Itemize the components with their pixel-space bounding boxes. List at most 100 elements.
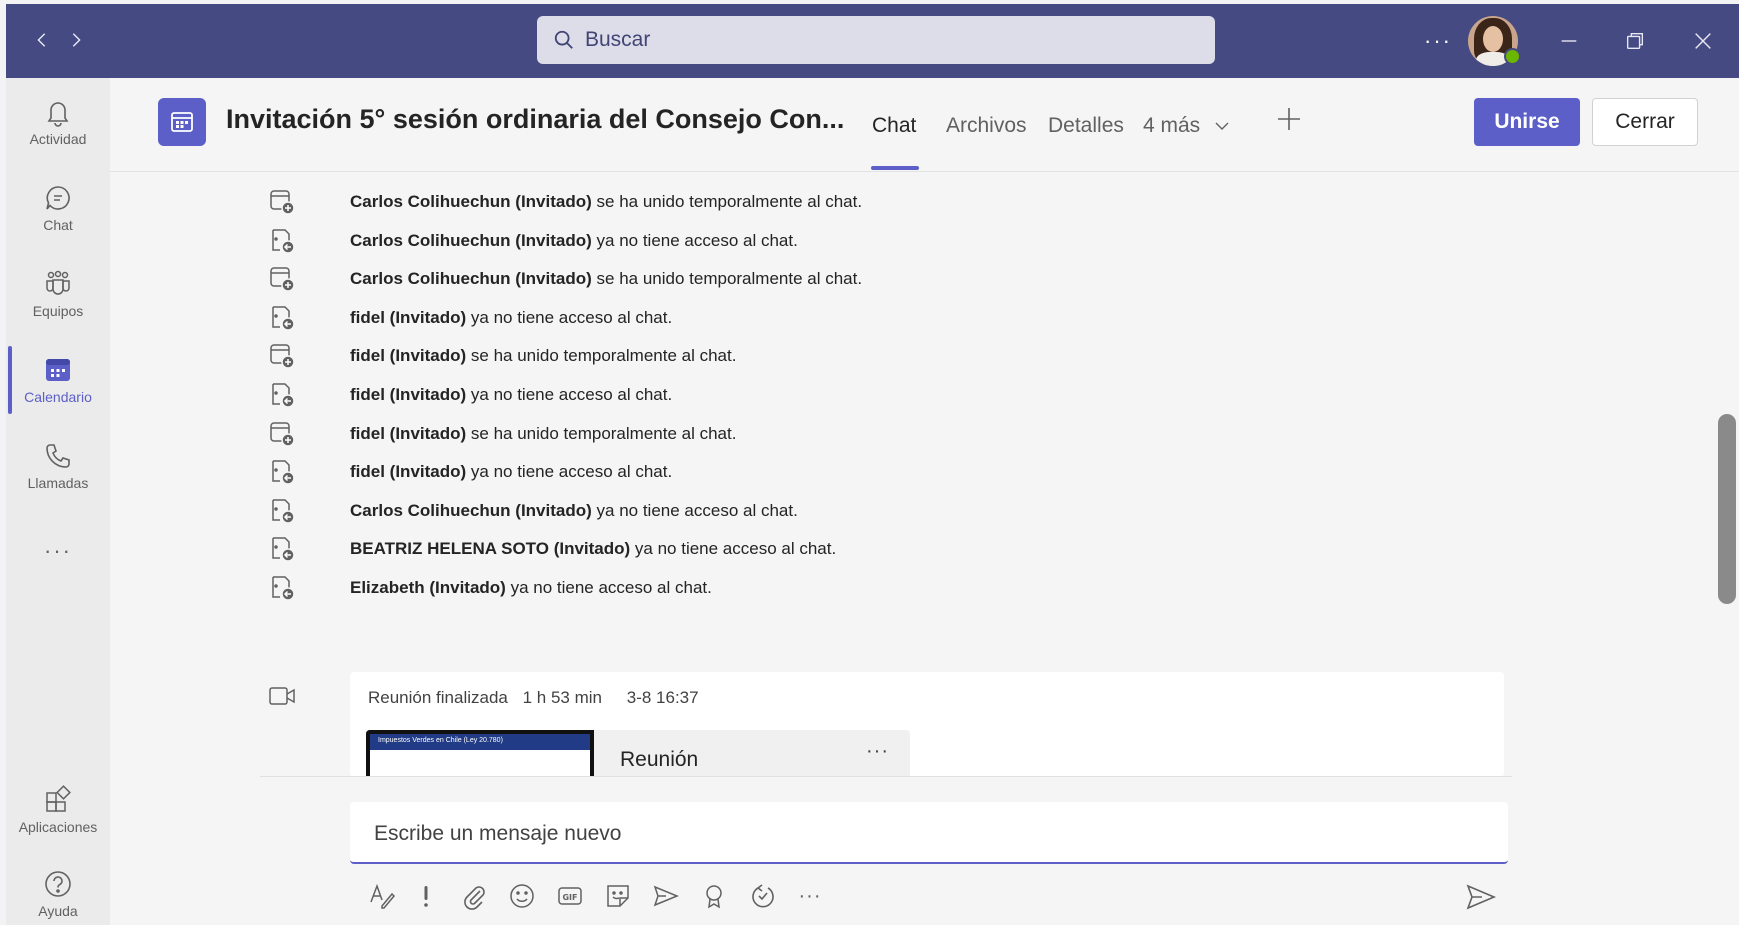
praise-button[interactable] bbox=[698, 880, 730, 912]
add-tab-button[interactable] bbox=[1274, 104, 1304, 134]
send-button[interactable] bbox=[1464, 880, 1498, 914]
event-row: Carlos Colihuechun (Invitado) se ha unid… bbox=[110, 184, 1310, 220]
event-text: fidel (Invitado) ya no tiene acceso al c… bbox=[350, 308, 672, 328]
meeting-summary: Reunión finalizada 1 h 53 min 3-8 16:37 bbox=[368, 688, 709, 708]
svg-text:GIF: GIF bbox=[562, 893, 577, 902]
rail-item-actividad[interactable]: Actividad bbox=[6, 82, 110, 162]
rail-item-llamadas[interactable]: Llamadas bbox=[6, 426, 110, 506]
event-text: Carlos Colihuechun (Invitado) ya no tien… bbox=[350, 501, 798, 521]
rail-item-chat[interactable]: Chat bbox=[6, 168, 110, 248]
event-user-name: fidel (Invitado) bbox=[350, 462, 467, 482]
exclamation-icon bbox=[424, 886, 428, 907]
restore-button[interactable] bbox=[1620, 26, 1650, 56]
user-left-icon bbox=[268, 535, 296, 563]
event-row: Elizabeth (Invitado) ya no tiene acceso … bbox=[110, 570, 1310, 606]
emoji-button[interactable] bbox=[506, 880, 538, 912]
tab-more-label: 4 más bbox=[1143, 114, 1201, 137]
rail-label: Chat bbox=[43, 217, 73, 233]
event-user-name: Carlos Colihuechun (Invitado) bbox=[350, 269, 592, 289]
event-action: ya no tiene acceso al chat. bbox=[466, 307, 673, 327]
close-icon bbox=[1695, 33, 1711, 49]
event-row: BEATRIZ HELENA SOTO (Invitado) ya no tie… bbox=[110, 531, 1310, 567]
chevron-right-icon bbox=[72, 33, 81, 47]
user-joined-icon bbox=[268, 342, 296, 370]
meeting-header: Invitación 5° sesión ordinaria del Conse… bbox=[110, 78, 1739, 172]
thumbnail-title: Impuestos Verdes en Chile (Ley 20.780) bbox=[370, 734, 590, 750]
close-window-button[interactable] bbox=[1688, 26, 1718, 56]
loop-button[interactable] bbox=[746, 880, 778, 912]
rail-label: Calendario bbox=[24, 389, 92, 405]
tab-detalles[interactable]: Detalles bbox=[1048, 114, 1124, 138]
event-text: fidel (Invitado) se ha unido temporalmen… bbox=[350, 424, 736, 444]
user-left-icon bbox=[268, 458, 296, 486]
event-action: se ha unido temporalmente al chat. bbox=[466, 423, 737, 443]
event-text: Carlos Colihuechun (Invitado) ya no tien… bbox=[350, 231, 798, 251]
event-row: fidel (Invitado) ya no tiene acceso al c… bbox=[110, 300, 1310, 336]
attach-button[interactable] bbox=[458, 880, 490, 912]
rail-more-apps-button[interactable]: ··· bbox=[6, 538, 110, 564]
meeting-status: Reunión finalizada bbox=[368, 688, 508, 707]
emoji-icon bbox=[510, 884, 534, 908]
sticker-button[interactable] bbox=[602, 880, 634, 912]
priority-button[interactable] bbox=[410, 880, 442, 912]
format-pen-icon bbox=[370, 883, 396, 909]
close-button[interactable]: Cerrar bbox=[1592, 98, 1698, 146]
rail-item-calendario[interactable]: Calendario bbox=[6, 340, 110, 420]
meeting-date: 3-8 16:37 bbox=[626, 688, 699, 707]
settings-more-button[interactable]: ··· bbox=[1424, 28, 1452, 54]
search-input[interactable]: Buscar bbox=[537, 16, 1215, 64]
event-text: BEATRIZ HELENA SOTO (Invitado) ya no tie… bbox=[350, 539, 836, 559]
minimize-icon bbox=[1561, 40, 1577, 42]
event-row: Carlos Colihuechun (Invitado) se ha unid… bbox=[110, 261, 1310, 297]
rail-item-equipos[interactable]: Equipos bbox=[6, 254, 110, 334]
forward-button[interactable] bbox=[62, 26, 90, 54]
join-button[interactable]: Unirse bbox=[1474, 98, 1580, 146]
paperclip-icon bbox=[464, 886, 485, 910]
event-action: ya no tiene acceso al chat. bbox=[466, 385, 673, 404]
recording-card[interactable]: Impuestos Verdes en Chile (Ley 20.780) R… bbox=[366, 730, 910, 777]
event-action: ya no tiene acceso al chat. bbox=[591, 230, 798, 250]
tab-more[interactable]: 4 más bbox=[1143, 114, 1230, 138]
badge-icon bbox=[706, 885, 722, 909]
user-joined-icon bbox=[268, 265, 296, 293]
teams-icon bbox=[46, 270, 70, 295]
meet-now-button[interactable] bbox=[650, 880, 682, 912]
event-user-name: Carlos Colihuechun (Invitado) bbox=[350, 192, 592, 211]
back-button[interactable] bbox=[28, 26, 56, 54]
rail-label: Ayuda bbox=[38, 903, 78, 919]
scrollbar-thumb[interactable] bbox=[1718, 414, 1736, 604]
sticker-icon bbox=[607, 885, 629, 907]
bell-icon bbox=[47, 102, 69, 127]
page-title: Invitación 5° sesión ordinaria del Conse… bbox=[226, 104, 845, 134]
rail-item-ayuda[interactable]: Ayuda bbox=[6, 854, 110, 925]
recording-thumbnail: Impuestos Verdes en Chile (Ley 20.780) bbox=[366, 730, 594, 777]
tab-chat[interactable]: Chat bbox=[872, 114, 916, 138]
meeting-duration: 1 h 53 min bbox=[522, 688, 603, 707]
calendar-icon bbox=[46, 359, 70, 381]
recording-more-button[interactable]: ··· bbox=[866, 740, 889, 763]
event-action: ya no tiene acceso al chat. bbox=[591, 500, 798, 520]
event-user-name: Elizabeth (Invitado) bbox=[350, 578, 506, 597]
user-left-icon bbox=[268, 574, 296, 602]
meeting-ended-card: Reunión finalizada 1 h 53 min 3-8 16:37 … bbox=[350, 672, 1504, 777]
minimize-button[interactable] bbox=[1554, 26, 1584, 56]
user-left-icon bbox=[268, 304, 296, 332]
format-button[interactable] bbox=[366, 880, 398, 912]
compose-more-button[interactable]: ··· bbox=[794, 880, 826, 912]
gif-button[interactable]: GIF bbox=[554, 880, 586, 912]
help-icon bbox=[45, 871, 71, 897]
recording-title: Reunión bbox=[620, 748, 699, 771]
event-action: se ha unido temporalmente al chat. bbox=[466, 346, 737, 366]
user-joined-icon bbox=[268, 420, 296, 448]
rail-item-aplicaciones[interactable]: Aplicaciones bbox=[6, 770, 110, 850]
event-action: se ha unido temporalmente al chat. bbox=[591, 269, 863, 289]
event-text: Elizabeth (Invitado) ya no tiene acceso … bbox=[350, 578, 712, 598]
chat-content: Carlos Colihuechun (Invitado) se ha unid… bbox=[110, 172, 1739, 777]
user-joined-icon bbox=[268, 188, 296, 216]
divider bbox=[260, 776, 1512, 777]
event-user-name: fidel (Invitado) bbox=[350, 346, 467, 366]
rail-label: Aplicaciones bbox=[18, 819, 98, 835]
message-compose-box[interactable]: Escribe un mensaje nuevo bbox=[350, 802, 1508, 864]
meeting-calendar-icon bbox=[158, 98, 206, 146]
tab-archivos[interactable]: Archivos bbox=[946, 114, 1027, 138]
